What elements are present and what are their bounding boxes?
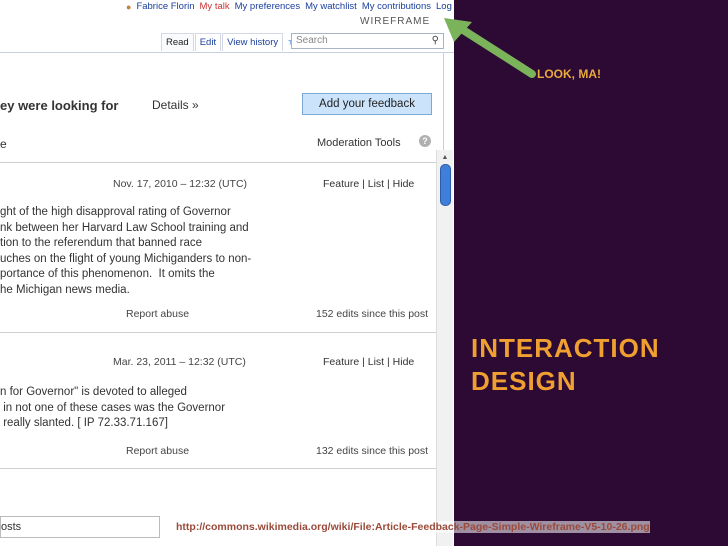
pointer-arrow-icon bbox=[444, 18, 536, 78]
scroll-up-icon[interactable]: ▲ bbox=[437, 154, 453, 161]
post-body: n for Governor" is devoted to alleged in… bbox=[0, 386, 226, 429]
scrollbar[interactable]: ▲ bbox=[436, 150, 453, 546]
post-moderation-actions[interactable]: Feature | List | Hide bbox=[323, 178, 414, 190]
divider bbox=[0, 332, 444, 333]
my-talk-link[interactable]: My talk bbox=[200, 1, 230, 12]
my-preferences-link[interactable]: My preferences bbox=[235, 1, 300, 12]
report-abuse-link[interactable]: Report abuse bbox=[126, 308, 189, 320]
moderation-tools-label: Moderation Tools bbox=[317, 137, 401, 149]
divider bbox=[0, 468, 444, 469]
log-out-link[interactable]: Log out bbox=[436, 1, 454, 12]
report-abuse-link[interactable]: Report abuse bbox=[126, 445, 189, 457]
wireframe-label: WIREFRAME bbox=[360, 16, 431, 27]
details-link[interactable]: Details » bbox=[152, 98, 199, 112]
edits-since-post: 152 edits since this post bbox=[316, 308, 429, 320]
post-date: Mar. 23, 2011 – 12:32 (UTC) bbox=[113, 356, 246, 368]
post-date: Nov. 17, 2010 – 12:32 (UTC) bbox=[113, 178, 248, 190]
look-ma-annotation: LOOK, MA! bbox=[537, 67, 601, 81]
slide-title-line1: INTERACTION bbox=[471, 333, 660, 363]
tab-view-history[interactable]: View history bbox=[222, 33, 284, 51]
posts-field[interactable]: osts bbox=[0, 516, 160, 538]
search-input[interactable]: Search ⚲ bbox=[291, 33, 444, 49]
tab-read[interactable]: Read bbox=[161, 33, 194, 51]
tab-edit[interactable]: Edit bbox=[194, 33, 222, 51]
search-icon[interactable]: ⚲ bbox=[432, 35, 439, 46]
tab-divider bbox=[0, 52, 454, 53]
page-heading: ey were looking for bbox=[0, 98, 119, 113]
search-placeholder: Search bbox=[296, 35, 328, 46]
list-header-label: e bbox=[0, 137, 7, 151]
page-tabs: Read Edit View history ★ bbox=[161, 33, 303, 51]
divider bbox=[0, 162, 444, 163]
source-url[interactable]: http://commons.wikimedia.org/wiki/File:A… bbox=[176, 521, 650, 533]
user-icon: ● bbox=[126, 1, 132, 12]
help-icon[interactable]: ? bbox=[419, 135, 431, 147]
post-body: ght of the high disapproval rating of Go… bbox=[0, 206, 252, 296]
wireframe-screenshot: ● Fabrice Florin My talk My preferences … bbox=[0, 0, 454, 546]
edits-since-post: 132 edits since this post bbox=[316, 445, 429, 457]
slide-title-line2: DESIGN bbox=[471, 366, 577, 396]
user-toolbar: ● Fabrice Florin My talk My preferences … bbox=[126, 1, 454, 12]
scroll-thumb[interactable] bbox=[440, 164, 451, 206]
user-name-link[interactable]: Fabrice Florin bbox=[136, 1, 194, 12]
post-moderation-actions[interactable]: Feature | List | Hide bbox=[323, 356, 414, 368]
my-watchlist-link[interactable]: My watchlist bbox=[305, 1, 357, 12]
add-feedback-button[interactable]: Add your feedback bbox=[302, 93, 432, 115]
my-contributions-link[interactable]: My contributions bbox=[362, 1, 431, 12]
